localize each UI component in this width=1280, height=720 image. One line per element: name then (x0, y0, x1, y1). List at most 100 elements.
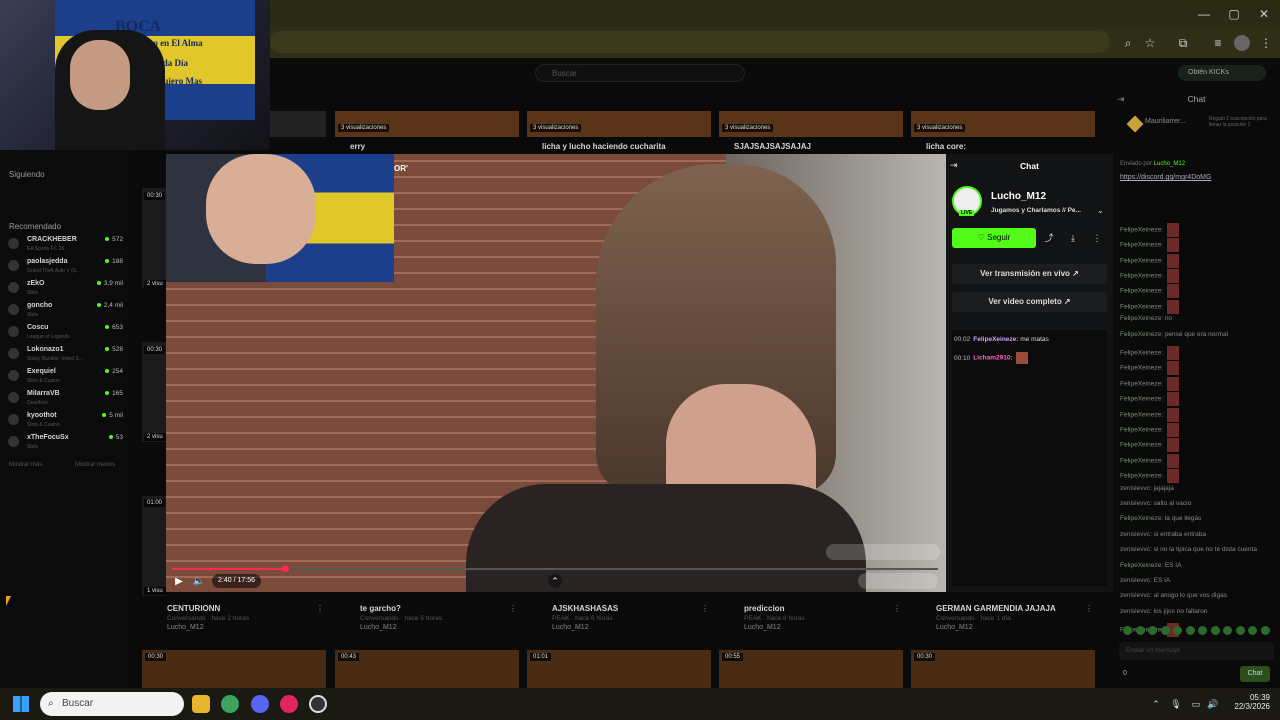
emote-picker-icon[interactable] (1223, 626, 1232, 635)
chat-username[interactable]: FelipeXeineze: (1120, 288, 1163, 295)
extensions-icon[interactable]: ⧉ (1175, 35, 1191, 51)
send-chat-button[interactable]: Chat (1240, 666, 1270, 682)
emote-picker-icon[interactable] (1260, 626, 1270, 635)
emote-picker-icon[interactable] (1160, 626, 1170, 635)
discord-link[interactable]: https://discord.gg/mgr4DoMG (1120, 174, 1211, 181)
chat-username[interactable]: zenislevvc: (1120, 546, 1152, 553)
chat-username[interactable]: FelipeXeineze: (1120, 427, 1163, 434)
video-thumbnail[interactable]: 00:43 (335, 650, 519, 688)
emote-picker-icon[interactable] (1198, 626, 1207, 635)
chat-username[interactable]: FelipeXeineze: (1120, 442, 1163, 449)
file-explorer-icon[interactable] (192, 695, 210, 713)
chevron-up-icon[interactable]: ⌃ (548, 574, 562, 588)
chat-username[interactable]: FelipeXeineze: (1120, 350, 1163, 357)
tray-chevron-icon[interactable]: ⌃ (1150, 698, 1162, 710)
obtain-kicks-button[interactable]: Obtén KICKs (1178, 65, 1266, 81)
more-options-icon[interactable]: ⋮ (509, 604, 517, 613)
chat-username[interactable]: FelipeXeineze: (1120, 562, 1163, 569)
chat-username[interactable]: zenislevvc: (1120, 592, 1152, 599)
chat-username[interactable]: FelipeXeineze: (1120, 411, 1163, 418)
chat-username[interactable]: FelipeXeineze: (1120, 381, 1163, 388)
emote-picker-icon[interactable] (1173, 626, 1182, 635)
search-input[interactable]: Buscar (535, 64, 745, 82)
emote-picker-icon[interactable] (1148, 626, 1157, 635)
sidebar-channel[interactable]: paolasjedda Grand Theft Auto V (G... 188 (8, 258, 123, 280)
zoom-icon[interactable]: ⌕ (1120, 35, 1136, 51)
sidebar-channel[interactable]: Lokonazo1 Sticky Bandits: Voted S... 528 (8, 346, 123, 368)
video-player[interactable]: OR' ▶ 🔈 2:40 / 17:56 ⌃ (166, 154, 946, 592)
chat-input[interactable]: Enviar un mensaje (1119, 642, 1274, 660)
streamer-name[interactable]: Lucho_M12 (991, 191, 1046, 202)
clock[interactable]: 05:39 22/3/2026 (1226, 693, 1270, 711)
address-bar[interactable] (270, 31, 1110, 53)
show-less-link[interactable]: Mostrar menos (75, 462, 115, 468)
more-options-icon[interactable]: ⋮ (893, 604, 901, 613)
video-title[interactable]: licha core: (926, 142, 966, 151)
video-channel[interactable]: Lucho_M12 (744, 624, 781, 631)
video-thumbnail[interactable]: 3 visualizaciones (527, 111, 711, 137)
follow-button[interactable]: ♡ Seguir (952, 228, 1036, 248)
chat-username[interactable]: FelipeXeineze: (1120, 331, 1163, 338)
sidebar-channel[interactable]: Coscu League of Legends 653 (8, 324, 123, 346)
chat-username[interactable]: FelipeXeineze: (1120, 458, 1163, 465)
speaker-icon[interactable]: 🔊 (1207, 698, 1219, 710)
chat-username[interactable]: zenislevvc: (1120, 531, 1152, 538)
more-options-icon[interactable]: ⋮ (701, 604, 709, 613)
emote-picker-icon[interactable] (1235, 626, 1245, 635)
sidebar-channel[interactable]: kyoothot Slots & Casino 5 mil (8, 412, 123, 434)
chat-username[interactable]: FelipeXeineze: (1120, 242, 1163, 249)
chat-username[interactable]: zenislevvc: (1120, 608, 1152, 615)
video-thumbnail[interactable]: 00:55 (719, 650, 903, 688)
sidebar-channel[interactable]: Exequiel Slots & Casino 254 (8, 368, 123, 390)
video-title[interactable]: SJAJSAJSAJSAJAJ (734, 142, 811, 151)
download-icon[interactable]: ⤓ (1067, 232, 1079, 244)
more-options-icon[interactable]: ⋮ (1091, 232, 1103, 244)
chat-username[interactable]: FelipeXeineze: (1120, 304, 1163, 311)
video-thumbnail[interactable]: 00:30 (142, 650, 326, 688)
video-title[interactable]: erry (350, 142, 365, 151)
show-more-link[interactable]: Mostrar más (9, 462, 42, 468)
share-icon[interactable]: ⤴ (1043, 232, 1055, 244)
emote-picker-icon[interactable] (1185, 626, 1195, 635)
reactions-bar[interactable] (826, 544, 940, 560)
profile-avatar[interactable] (1234, 35, 1250, 51)
chat-username[interactable]: zenislevvc: (1120, 500, 1152, 507)
video-channel[interactable]: Lucho_M12 (360, 624, 397, 631)
video-thumbnail[interactable] (142, 342, 166, 442)
video-channel[interactable]: Lucho_M12 (167, 624, 204, 631)
media-player-icon[interactable] (280, 695, 298, 713)
chat-username[interactable]: FelipeXeineze: (1120, 227, 1163, 234)
discord-icon[interactable] (251, 695, 269, 713)
browser-menu-icon[interactable]: ⋮ (1258, 35, 1274, 51)
video-thumbnail[interactable]: 01:01 (527, 650, 711, 688)
sidebar-channel[interactable]: MiIarraVB Deadlock 165 (8, 390, 123, 412)
watch-full-video-button[interactable]: Ver video completo ↗ (952, 292, 1107, 312)
video-thumbnail[interactable]: 3 visualizaciones (911, 111, 1095, 137)
sidebar-channel[interactable]: xTheFocuSx Slots 53 (8, 434, 123, 456)
chat-username[interactable]: FelipeXeineze: (1120, 315, 1163, 322)
more-options-icon[interactable]: ⋮ (1085, 604, 1093, 613)
video-title[interactable]: prediccion (744, 604, 784, 613)
video-title[interactable]: CENTURIONN (167, 604, 220, 613)
sidebar-channel[interactable]: CRACKHEBER EA Sports FC 26 572 (8, 236, 123, 258)
chat-username[interactable]: FelipeXeineze: (1120, 365, 1163, 372)
chrome-icon[interactable] (221, 695, 239, 713)
emote-picker-icon[interactable] (1135, 626, 1145, 635)
sidebar-channel[interactable]: goncho Slots 2,4 mil (8, 302, 123, 324)
volume-icon[interactable]: 🔈 (192, 576, 206, 588)
video-thumbnail[interactable]: 3 visualizaciones (335, 111, 519, 137)
emote-picker-icon[interactable] (1123, 626, 1132, 635)
more-options-icon[interactable]: ⋮ (316, 604, 324, 613)
maximize-icon[interactable]: ▢ (1226, 6, 1242, 22)
video-thumbnail[interactable] (142, 188, 166, 288)
chevron-down-icon[interactable]: ⌄ (1097, 206, 1104, 215)
chat-username[interactable]: zenislevvc: (1120, 485, 1152, 492)
obs-icon[interactable] (309, 695, 327, 713)
video-title[interactable]: licha y lucho haciendo cucharita (542, 142, 666, 151)
emote-picker-icon[interactable] (1210, 626, 1220, 635)
video-channel[interactable]: Lucho_M12 (936, 624, 973, 631)
close-icon[interactable]: ✕ (1256, 6, 1272, 22)
emote-picker-icon[interactable] (1248, 626, 1257, 635)
chat-username[interactable]: FelipeXeineze: (1120, 396, 1163, 403)
video-title[interactable]: te garcho? (360, 604, 401, 613)
